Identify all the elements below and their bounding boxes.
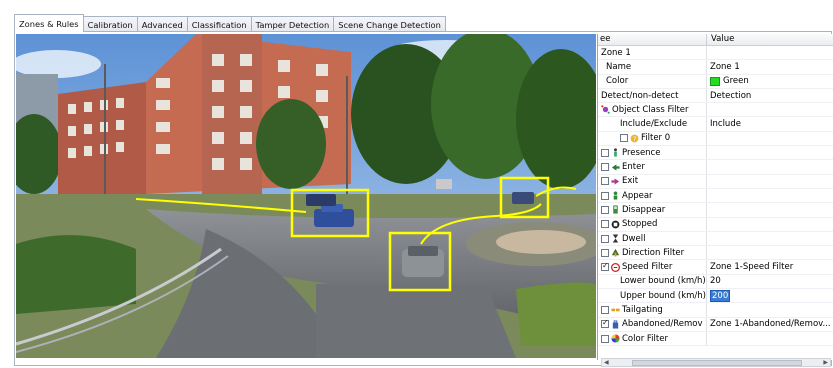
color-value[interactable]: Green xyxy=(723,76,749,86)
tab-calibration[interactable]: Calibration xyxy=(82,16,138,32)
include-exclude-value[interactable]: Include xyxy=(710,119,741,129)
appear-label: Appear xyxy=(622,190,653,201)
row-zone[interactable]: Zone 1 xyxy=(598,46,833,61)
speed-filter-checkbox[interactable] xyxy=(601,261,609,272)
name-value[interactable]: Zone 1 xyxy=(710,62,740,72)
row-appear[interactable]: Appear xyxy=(598,188,833,204)
filter-0-checkbox[interactable] xyxy=(620,134,628,143)
row-disappear[interactable]: Disappear xyxy=(598,203,833,218)
row-object-class-filter[interactable]: Object Class Filter xyxy=(598,103,833,118)
stop-icon xyxy=(611,220,620,229)
presence-checkbox[interactable] xyxy=(601,148,609,157)
abandoned-icon xyxy=(612,320,619,329)
color-label: Color xyxy=(606,76,629,87)
detect-value[interactable]: Detection xyxy=(710,91,751,101)
stopped-label: Stopped xyxy=(622,219,658,230)
row-detect[interactable]: Detect/non-detect Detection xyxy=(598,88,833,104)
speed-filter-label: Speed Filter xyxy=(622,262,673,273)
lower-bound-label: Lower bound (km/h) xyxy=(620,276,706,287)
dwell-checkbox[interactable] xyxy=(601,234,609,243)
lower-bound-value[interactable]: 20 xyxy=(710,276,721,286)
direction-icon xyxy=(611,249,620,257)
row-presence[interactable]: Presence xyxy=(598,146,833,161)
property-grid: ee Value Zone 1 Name Zone 1 Color Green … xyxy=(597,34,833,360)
zone-label: Zone 1 xyxy=(601,47,631,58)
horizontal-scrollbar[interactable]: ◀ ▶ xyxy=(601,358,831,367)
color-swatch xyxy=(710,76,720,86)
scroll-left-icon[interactable]: ◀ xyxy=(604,359,609,366)
row-dwell[interactable]: Dwell xyxy=(598,231,833,247)
row-stopped[interactable]: Stopped xyxy=(598,217,833,232)
tab-advanced[interactable]: Advanced xyxy=(136,16,188,32)
disappear-icon xyxy=(613,205,618,214)
color-filter-label: Color Filter xyxy=(622,333,668,344)
row-filter-0[interactable]: ? Filter 0 xyxy=(598,131,833,147)
presence-label: Presence xyxy=(622,147,661,158)
dwell-label: Dwell xyxy=(622,233,646,244)
person-icon xyxy=(614,148,617,157)
scrollbar-thumb[interactable] xyxy=(632,360,802,366)
abandoned-label: Abandoned/Remov xyxy=(622,319,703,330)
tab-strip: Zones & Rules Calibration Advanced Class… xyxy=(14,14,446,32)
svg-text:?: ? xyxy=(633,136,636,143)
direction-filter-checkbox[interactable] xyxy=(601,248,609,257)
include-exclude-label: Include/Exclude xyxy=(620,119,688,130)
tailgating-icon xyxy=(611,309,620,312)
row-name[interactable]: Name Zone 1 xyxy=(598,60,833,75)
scroll-right-icon[interactable]: ▶ xyxy=(823,359,828,366)
filter-0-label: Filter 0 xyxy=(641,133,671,144)
abandoned-checkbox[interactable] xyxy=(601,318,609,329)
camera-view[interactable] xyxy=(16,34,596,358)
upper-bound-input[interactable]: 200 xyxy=(710,289,731,302)
scene-image xyxy=(16,34,596,358)
enter-label: Enter xyxy=(622,162,645,173)
disappear-label: Disappear xyxy=(622,204,666,215)
hourglass-icon xyxy=(612,234,619,243)
property-grid-header: ee Value xyxy=(598,34,833,46)
exit-checkbox[interactable] xyxy=(601,177,609,186)
row-color[interactable]: Color Green xyxy=(598,74,833,89)
row-abandoned[interactable]: Abandoned/Remov Zone 1-Abandoned/Remov..… xyxy=(598,317,833,332)
disappear-checkbox[interactable] xyxy=(601,205,609,214)
tab-zones-rules[interactable]: Zones & Rules xyxy=(14,14,84,32)
abandoned-value[interactable]: Zone 1-Abandoned/Remov... xyxy=(710,319,831,329)
object-class-filter-label: Object Class Filter xyxy=(612,104,689,115)
row-tailgating[interactable]: Tailgating xyxy=(598,303,833,318)
enter-checkbox[interactable] xyxy=(601,163,609,172)
row-exit[interactable]: Exit xyxy=(598,174,833,189)
row-include-exclude[interactable]: Include/Exclude Include xyxy=(598,117,833,132)
exit-arrow-icon xyxy=(611,178,620,185)
color-filter-checkbox[interactable] xyxy=(601,334,609,343)
row-lower-bound[interactable]: Lower bound (km/h) 20 xyxy=(598,274,833,290)
tab-scene-change-detection[interactable]: Scene Change Detection xyxy=(333,16,446,32)
row-enter[interactable]: Enter xyxy=(598,160,833,175)
tab-classification[interactable]: Classification xyxy=(186,16,252,32)
header-value[interactable]: Value xyxy=(707,34,833,45)
upper-bound-label: Upper bound (km/h) xyxy=(620,290,706,301)
appear-icon xyxy=(613,191,618,200)
tailgating-label: Tailgating xyxy=(622,304,663,315)
row-upper-bound[interactable]: Upper bound (km/h) 200 xyxy=(598,289,833,304)
color-wheel-icon xyxy=(611,334,620,343)
exit-label: Exit xyxy=(622,176,639,187)
direction-filter-label: Direction Filter xyxy=(622,247,685,258)
question-icon: ? xyxy=(630,134,639,143)
appear-checkbox[interactable] xyxy=(601,191,609,200)
tab-tamper-detection[interactable]: Tamper Detection xyxy=(250,16,335,32)
name-label: Name xyxy=(606,61,632,72)
header-name[interactable]: ee xyxy=(598,34,707,45)
detect-label: Detect/non-detect xyxy=(601,90,679,101)
row-speed-filter[interactable]: Speed Filter Zone 1-Speed Filter xyxy=(598,260,833,275)
object-class-icon xyxy=(601,105,610,115)
row-direction-filter[interactable]: Direction Filter xyxy=(598,246,833,261)
enter-arrow-icon xyxy=(611,163,620,171)
speed-icon xyxy=(611,262,620,272)
tailgating-checkbox[interactable] xyxy=(601,305,609,314)
stopped-checkbox[interactable] xyxy=(601,220,609,229)
speed-filter-value[interactable]: Zone 1-Speed Filter xyxy=(710,262,793,272)
row-color-filter[interactable]: Color Filter xyxy=(598,331,833,347)
